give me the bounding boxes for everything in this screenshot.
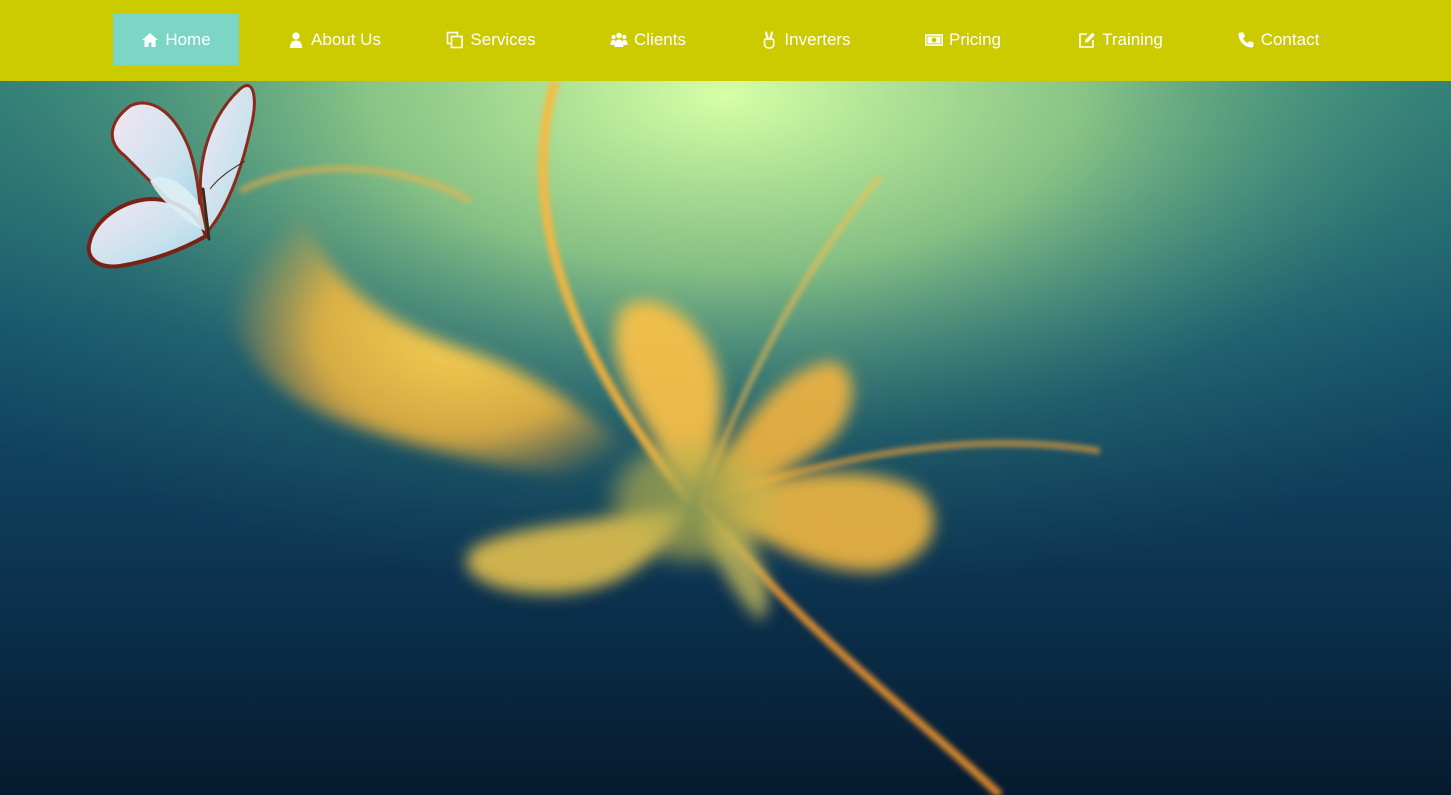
victory-hand-icon: [760, 30, 778, 49]
nav-item-clients[interactable]: Clients: [603, 14, 693, 65]
nav-label-home: Home: [165, 29, 211, 49]
users-icon: [610, 31, 628, 49]
nav-label-training: Training: [1102, 29, 1163, 49]
edit-icon: [1078, 31, 1096, 49]
nav-label-clients: Clients: [634, 29, 686, 49]
nav-item-about-us[interactable]: About Us: [282, 14, 386, 65]
nav-item-home[interactable]: Home: [113, 14, 239, 65]
nav-item-services[interactable]: Services: [440, 14, 542, 65]
hero-background-image: [0, 81, 1451, 795]
copy-icon: [446, 31, 464, 49]
nav-label-services: Services: [470, 29, 536, 49]
page: Home About Us Services Clients Inverters: [0, 0, 1451, 795]
nav-label-about-us: About Us: [311, 29, 381, 49]
nav-label-inverters: Inverters: [784, 29, 851, 49]
money-icon: [925, 31, 944, 49]
nav-label-contact: Contact: [1260, 29, 1320, 49]
nav-item-contact[interactable]: Contact: [1232, 14, 1324, 65]
top-navbar: Home About Us Services Clients Inverters: [0, 0, 1451, 81]
nav-item-pricing[interactable]: Pricing: [918, 14, 1008, 65]
phone-icon: [1237, 31, 1255, 49]
nav-item-training[interactable]: Training: [1072, 14, 1169, 65]
user-icon: [287, 31, 305, 49]
nav-item-inverters[interactable]: Inverters: [757, 14, 854, 65]
nav-label-pricing: Pricing: [949, 29, 1001, 49]
home-icon: [141, 31, 159, 49]
hero-banner: [0, 81, 1451, 795]
